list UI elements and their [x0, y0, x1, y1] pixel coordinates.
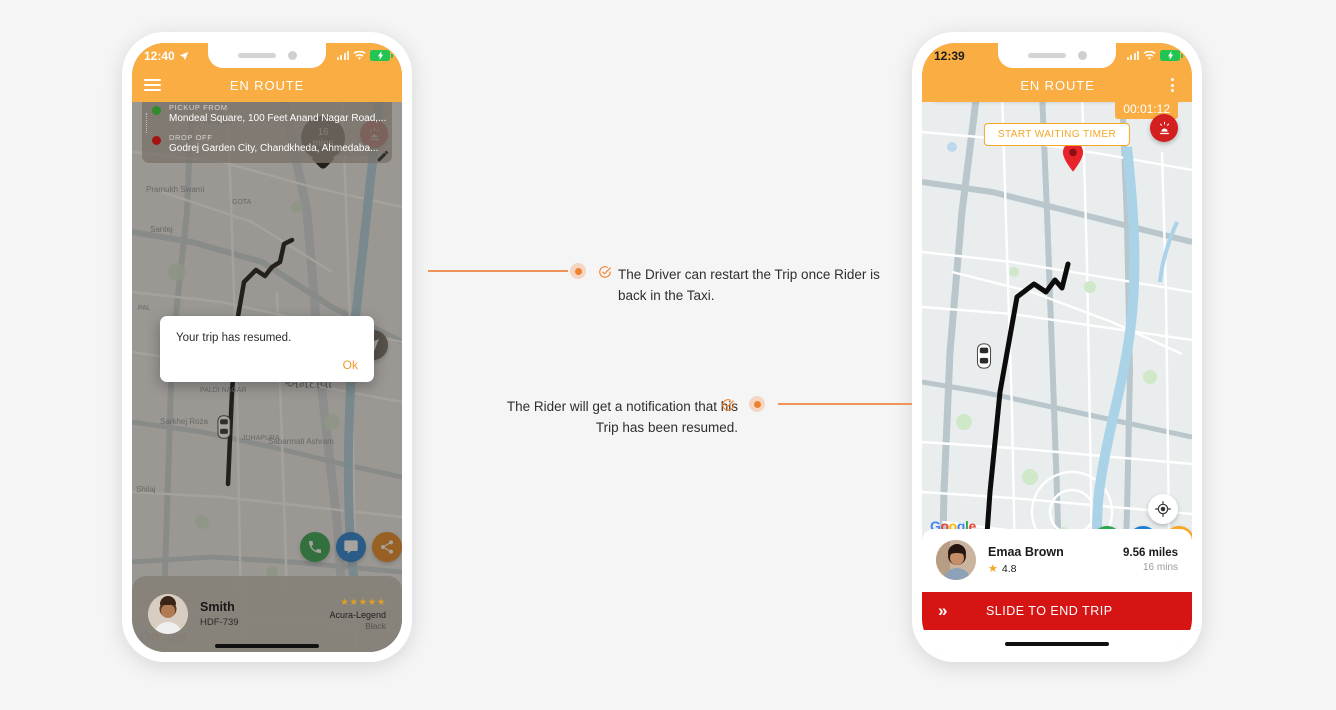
car-color: Black [365, 621, 386, 631]
phone-notch [208, 43, 326, 68]
pickup-value: Mondeal Square, 100 Feet Anand Nagar Roa… [169, 113, 387, 124]
annotation-text-1-line1: The Driver can restart the Trip once Rid… [618, 267, 880, 282]
annotation-connector-line-2 [778, 403, 912, 405]
rider-rating-value: 4.8 [1001, 562, 1017, 575]
trip-distance: 9.56 miles [1123, 547, 1178, 559]
driver-avatar [148, 594, 188, 634]
hamburger-menu-icon[interactable] [144, 78, 161, 92]
trip-resumed-dialog: Your trip has resumed. Ok [160, 316, 374, 382]
home-indicator-right [922, 630, 1192, 652]
destination-pin-icon [1062, 142, 1084, 172]
rider-name: Emaa Brown [988, 545, 1064, 559]
check-circle-icon [722, 399, 734, 411]
trip-duration: 16 mins [1142, 562, 1178, 573]
phone-left-screen: 12:40 EN ROUTE GOTA Pramukh Swami Santej… [132, 43, 402, 652]
pencil-edit-icon[interactable] [376, 149, 390, 163]
route-connector [146, 113, 147, 133]
phone-left: 12:40 EN ROUTE GOTA Pramukh Swami Santej… [122, 32, 412, 662]
annotation-connector-line-1 [428, 270, 568, 272]
speaker-grille [237, 53, 276, 58]
page-title-right: EN ROUTE [1020, 77, 1095, 93]
annotation-text-1-line2: back in the Taxi. [618, 288, 715, 303]
trip-stats: 9.56 miles 16 mins [1123, 547, 1178, 573]
emergency-siren-icon [1159, 121, 1169, 134]
check-circle-icon [599, 266, 611, 278]
phone-notch [998, 43, 1116, 68]
front-camera [1077, 51, 1087, 60]
annotation-text-2-line1: The Rider will get a notification that h… [506, 399, 738, 414]
dialog-message: Your trip has resumed. [176, 332, 292, 344]
page-root: 12:40 EN ROUTE GOTA Pramukh Swami Santej… [0, 0, 1336, 710]
car-meta: ★★★★★ Acura-Legend Black [329, 597, 386, 631]
driver-name: Smith [200, 600, 235, 614]
app-bar-right: EN ROUTE [922, 68, 1192, 102]
annotation-text-2: The Rider will get a notification that h… [448, 396, 738, 438]
app-bar-left: EN ROUTE [132, 68, 402, 102]
wifi-icon [1143, 50, 1156, 60]
my-location-button[interactable] [1148, 494, 1178, 524]
driver-rating-stars: ★★★★★ [340, 597, 386, 608]
dropoff-row: DROP OFF Godrej Garden City, Chandkheda,… [152, 133, 382, 154]
dropoff-label: DROP OFF [169, 133, 213, 142]
car-model: Acura-Legend [329, 610, 386, 620]
slide-to-end-trip-button[interactable]: » SLIDE TO END TRIP [922, 592, 1192, 630]
location-arrow-icon [179, 51, 188, 60]
phone-right-screen: 12:39 EN ROUTE Google 00:01:12 START WAI… [922, 43, 1192, 652]
pickup-dot-icon [152, 106, 161, 115]
wifi-icon [353, 50, 366, 60]
pickup-label: PICKUP FROM [169, 103, 228, 112]
car-top-view-icon-right [976, 343, 992, 369]
driver-info-card: Smith HDF-739 ★★★★★ Acura-Legend Black [132, 576, 402, 652]
signal-bars-icon [336, 51, 349, 60]
status-time: 12:39 [934, 48, 965, 63]
rider-avatar [936, 540, 976, 580]
rider-meta: Emaa Brown ★ 4.8 [988, 545, 1123, 575]
phone-right: 12:39 EN ROUTE Google 00:01:12 START WAI… [912, 32, 1202, 662]
pickup-row: PICKUP FROM Mondeal Square, 100 Feet Ana… [152, 103, 386, 124]
battery-charging-icon [370, 50, 393, 61]
annotation-text-1: The Driver can restart the Trip once Rid… [618, 264, 918, 306]
dropoff-value: Godrej Garden City, Chandkheda, Ahmedaba… [169, 143, 379, 154]
trip-route-card[interactable]: PICKUP FROM Mondeal Square, 100 Feet Ana… [142, 95, 392, 163]
signal-bars-icon [1126, 51, 1139, 60]
rider-row: Emaa Brown ★ 4.8 9.56 miles 16 mins [922, 529, 1192, 592]
front-camera [287, 51, 297, 60]
slide-to-end-trip-label: SLIDE TO END TRIP [985, 604, 1113, 618]
my-location-icon [1155, 501, 1171, 517]
annotation-bullet-1 [570, 263, 586, 279]
annotation-bullet-2 [749, 396, 765, 412]
annotation-text-2-line2: Trip has been resumed. [595, 420, 738, 435]
kebab-menu-icon[interactable] [1164, 78, 1180, 92]
rider-info-card: Emaa Brown ★ 4.8 9.56 miles 16 mins » SL… [922, 529, 1192, 652]
driver-plate: HDF-739 [200, 617, 239, 628]
status-time: 12:40 [144, 48, 175, 63]
start-waiting-timer-button[interactable]: START WAITING TIMER [983, 123, 1131, 146]
speaker-grille [1027, 53, 1066, 58]
sos-button-right[interactable] [1150, 114, 1178, 142]
page-title-left: EN ROUTE [229, 77, 305, 93]
rider-rating: ★ 4.8 [988, 562, 1123, 576]
dropoff-dot-icon [152, 136, 161, 145]
star-icon: ★ [988, 563, 998, 575]
home-indicator-left [215, 644, 319, 648]
dialog-ok-button[interactable]: Ok [176, 358, 358, 372]
battery-charging-icon [1160, 50, 1183, 61]
driver-meta: Smith HDF-739 [200, 600, 329, 628]
